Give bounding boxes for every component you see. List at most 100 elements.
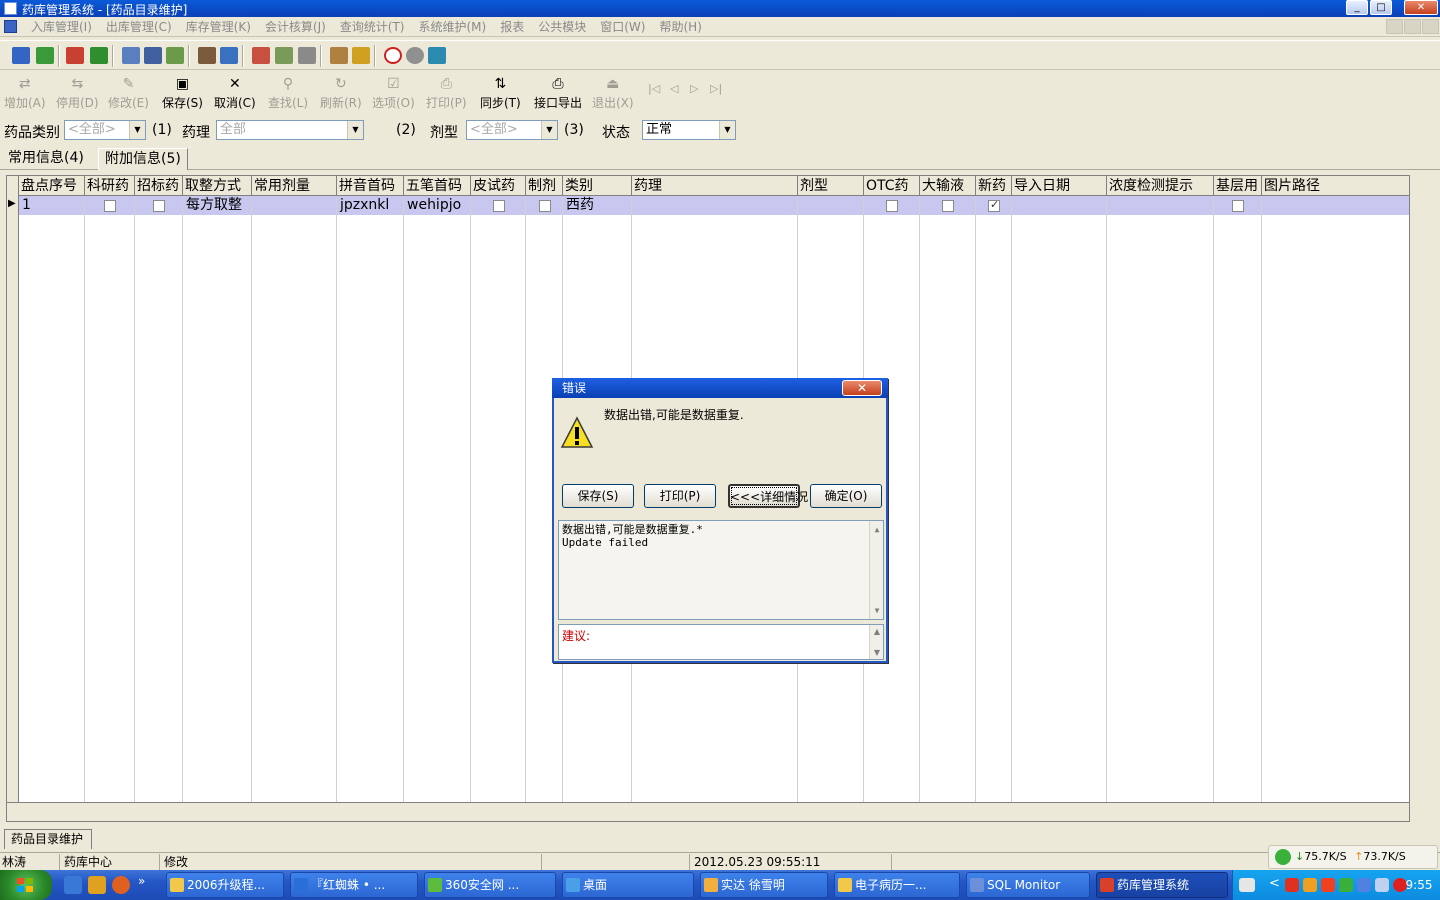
desktop-icon[interactable]: [88, 876, 106, 894]
search-icon[interactable]: [298, 47, 316, 64]
folder-icon[interactable]: [330, 47, 348, 64]
menu-item-3[interactable]: 会计核算(J): [258, 19, 333, 35]
check-icon[interactable]: [36, 47, 54, 64]
menu-item-7[interactable]: 公共模块: [531, 19, 593, 35]
scroll-up-icon[interactable]: ▲: [871, 627, 883, 636]
clock[interactable]: 9:55: [1398, 870, 1440, 900]
minimize-button[interactable]: _: [1346, 0, 1368, 15]
column-header[interactable]: 导入日期: [1012, 176, 1107, 196]
chevron-down-icon[interactable]: ▼: [129, 121, 145, 139]
keyboard-icon[interactable]: [1239, 878, 1255, 892]
chevron-down-icon[interactable]: ▼: [719, 121, 735, 139]
toolbar-button-9[interactable]: ⇅ 同步(T): [480, 74, 521, 110]
checkbox-2[interactable]: [153, 200, 165, 212]
cell-seq[interactable]: 1: [19, 196, 85, 215]
quicklaunch-more-icon[interactable]: »: [138, 874, 145, 888]
taskbar-button-1[interactable]: 『红蜘蛛 • ...: [290, 872, 418, 898]
toolbar-button-4[interactable]: ✕ 取消(C): [214, 74, 256, 110]
checkbox-14[interactable]: [988, 198, 1000, 212]
dialog-close-button[interactable]: ✕: [842, 380, 882, 396]
cell-rounding[interactable]: 每方取整: [183, 196, 252, 215]
exit-icon[interactable]: [428, 47, 446, 64]
taskbar-button-6[interactable]: SQL Monitor: [966, 872, 1090, 898]
circle-icon[interactable]: [406, 47, 424, 64]
column-header[interactable]: 取整方式: [183, 176, 252, 196]
thermometer-icon[interactable]: [352, 47, 370, 64]
toolbar-button-7[interactable]: ☑ 选项(O): [372, 74, 415, 110]
start-button[interactable]: [0, 870, 52, 900]
calc-icon[interactable]: [198, 47, 216, 64]
qq-icon[interactable]: [1303, 878, 1317, 892]
clipboard-icon[interactable]: [122, 47, 140, 64]
stop-icon[interactable]: [384, 47, 402, 64]
column-header[interactable]: 大输液: [920, 176, 976, 196]
qq-icon[interactable]: [1285, 878, 1299, 892]
menu-item-8[interactable]: 窗口(W): [593, 19, 652, 35]
menu-item-5[interactable]: 系统维护(M): [412, 19, 494, 35]
column-header[interactable]: 图片路径: [1262, 176, 1409, 196]
column-header[interactable]: 常用剂量: [252, 176, 337, 196]
menu-item-1[interactable]: 出库管理(C): [99, 19, 179, 35]
chevron-down-icon[interactable]: ▼: [347, 121, 363, 139]
list-icon[interactable]: [166, 47, 184, 64]
menu-item-2[interactable]: 库存管理(K): [179, 19, 258, 35]
shield-icon[interactable]: [1339, 878, 1353, 892]
ie-icon[interactable]: [64, 876, 82, 894]
column-header[interactable]: 剂型: [798, 176, 864, 196]
column-header[interactable]: 五笔首码: [404, 176, 471, 196]
column-header[interactable]: 制剂: [526, 176, 563, 196]
toolbar-button-1[interactable]: ⇆ 停用(D): [56, 74, 99, 110]
taskbar-button-7[interactable]: 药库管理系统: [1096, 872, 1228, 898]
column-header[interactable]: 浓度检测提示: [1107, 176, 1214, 196]
scroll-up-icon[interactable]: ▲: [871, 523, 883, 536]
column-header[interactable]: 皮试药: [471, 176, 526, 196]
details-scrollbar[interactable]: ▲ ▼: [869, 521, 883, 619]
taskbar-button-3[interactable]: 桌面: [562, 872, 694, 898]
network-monitor[interactable]: ↓75.7K/S ↑73.7K/S: [1268, 845, 1438, 869]
suggestion-scrollbar[interactable]: ▲ ▼: [869, 625, 883, 659]
category-combo[interactable]: <全部> ▼: [64, 120, 146, 140]
taskbar-button-0[interactable]: 2006升级程...: [166, 872, 284, 898]
column-header[interactable]: 盘点序号: [19, 176, 85, 196]
report-icon[interactable]: [66, 47, 84, 64]
nav-arrow-1-icon[interactable]: ◁: [670, 82, 678, 118]
column-header[interactable]: 药理: [632, 176, 798, 196]
taskbar-button-4[interactable]: 实达 徐雪明: [700, 872, 828, 898]
tray-expand-icon[interactable]: <: [1269, 876, 1280, 891]
checkbox-12[interactable]: [886, 200, 898, 212]
error-details-text[interactable]: 数据出错,可能是数据重复.* Update failed ▲ ▼: [558, 520, 884, 620]
dialog-print-button[interactable]: 打印(P): [644, 484, 716, 508]
cell-category[interactable]: 西药: [563, 196, 632, 215]
tools-icon[interactable]: [275, 47, 293, 64]
toolbar-button-0[interactable]: ⇄ 增加(A): [4, 74, 46, 110]
nav-arrow-3-icon[interactable]: ▷|: [710, 82, 722, 118]
dialog-details-button[interactable]: <<<详细情况: [728, 484, 808, 508]
taskbar-button-5[interactable]: 电子病历一...: [834, 872, 960, 898]
chevron-down-icon[interactable]: ▼: [541, 121, 557, 139]
close-button[interactable]: ✕: [1404, 0, 1438, 15]
menu-item-9[interactable]: 帮助(H): [652, 19, 708, 35]
approve-icon[interactable]: [90, 47, 108, 64]
column-header[interactable]: OTC药: [864, 176, 920, 196]
table-icon[interactable]: [220, 47, 238, 64]
mdi-restore-button[interactable]: [1404, 19, 1421, 34]
column-header[interactable]: 拼音首码: [337, 176, 404, 196]
login-icon[interactable]: [12, 47, 30, 64]
menu-item-0[interactable]: 入库管理(I): [24, 19, 99, 35]
tab-common-info[interactable]: 常用信息(4): [2, 148, 90, 170]
document-new-icon[interactable]: [252, 47, 270, 64]
checkbox-13[interactable]: [942, 200, 954, 212]
mdi-close-button[interactable]: [1422, 19, 1439, 34]
form-combo[interactable]: <全部> ▼: [466, 120, 558, 140]
column-header[interactable]: 类别: [563, 176, 632, 196]
cell-wubi[interactable]: wehipjo: [404, 196, 471, 215]
checkbox-8[interactable]: [539, 200, 551, 212]
browser-icon[interactable]: [112, 876, 130, 894]
pharm-combo[interactable]: 全部 ▼: [216, 120, 364, 140]
scroll-down-icon[interactable]: ▼: [871, 648, 883, 657]
tab-extra-info[interactable]: 附加信息(5): [98, 148, 188, 170]
taskbar-button-2[interactable]: 360安全网 ...: [424, 872, 556, 898]
toolbar-button-2[interactable]: ✎ 修改(E): [108, 74, 149, 110]
form-tab[interactable]: 药品目录维护: [4, 829, 92, 849]
suggestion-box[interactable]: 建议: ▲ ▼: [558, 624, 884, 660]
